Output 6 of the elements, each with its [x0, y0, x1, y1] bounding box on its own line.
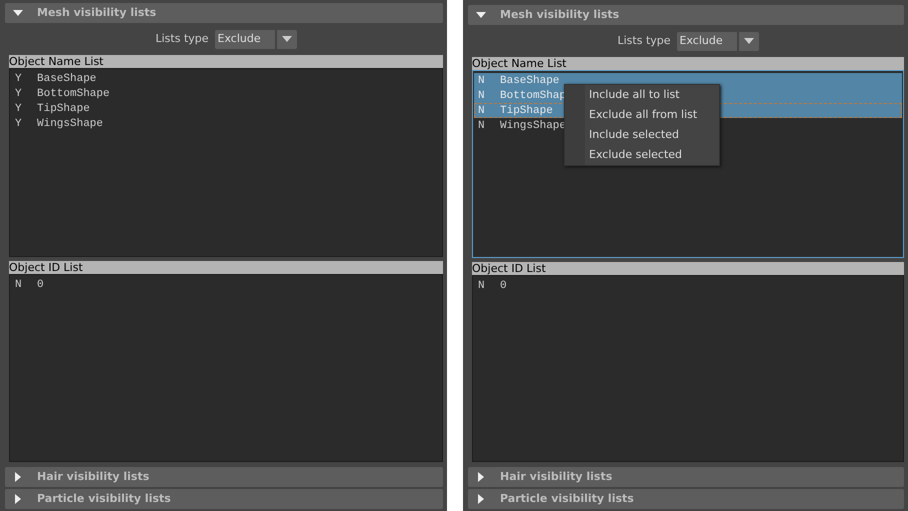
list-header: Object ID List	[9, 260, 443, 274]
field-label: Lists type	[617, 32, 671, 49]
list-header: Object Name List	[9, 55, 443, 68]
field-label: Lists type	[155, 30, 209, 47]
list-header: Object ID List	[472, 262, 904, 274]
list-header: Object Name List	[472, 57, 904, 70]
